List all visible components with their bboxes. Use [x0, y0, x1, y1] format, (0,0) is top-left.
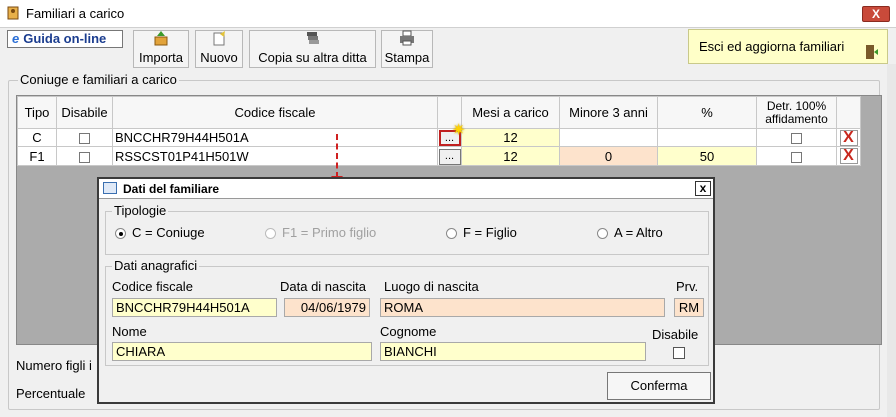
col-mesi[interactable]: Mesi a carico: [461, 96, 560, 129]
cell-minore[interactable]: 0: [559, 146, 658, 166]
num-figli-label: Numero figli i: [16, 358, 92, 373]
detr-checkbox[interactable]: [791, 133, 802, 145]
cell-codice[interactable]: RSSCST01P41H501W: [112, 146, 438, 166]
help-online-label: Guida on-line: [23, 31, 107, 46]
family-member-dialog: Dati del familiare x Tipologie C = Coniu…: [97, 177, 715, 404]
data-nascita-label: Data di nascita: [280, 279, 366, 294]
codice-fiscale-label: Codice fiscale: [112, 279, 193, 294]
cell-mesi[interactable]: 12: [461, 128, 560, 147]
dialog-grid-icon: [103, 182, 117, 194]
confirm-button[interactable]: Conferma: [607, 372, 711, 400]
radio-altro[interactable]: A = Altro: [597, 225, 663, 240]
luogo-nascita-label: Luogo di nascita: [384, 279, 479, 294]
cognome-label: Cognome: [380, 324, 437, 339]
copy-icon: [305, 30, 321, 49]
import-icon: [153, 30, 169, 49]
radio-altro-icon[interactable]: [597, 228, 608, 240]
cell-delete[interactable]: X: [836, 128, 861, 147]
disabile-checkbox[interactable]: [79, 133, 90, 145]
cell-tipo[interactable]: F1: [17, 146, 57, 166]
window-title: Familiari a carico: [26, 6, 125, 21]
radio-coniuge-label: C = Coniuge: [132, 225, 205, 240]
radio-figlio[interactable]: F = Figlio: [446, 225, 517, 240]
radio-figlio-icon[interactable]: [446, 228, 457, 240]
table-row[interactable]: F1 RSSCST01P41H501W ... 12 0 50 X: [17, 146, 861, 166]
cell-codice[interactable]: BNCCHR79H44H501A: [112, 128, 438, 147]
disabile-checkbox[interactable]: [673, 347, 685, 359]
col-tipo[interactable]: Tipo: [17, 96, 57, 129]
new-icon: [211, 30, 227, 49]
nome-field[interactable]: CHIARA: [112, 342, 372, 361]
col-disabile[interactable]: Disabile: [56, 96, 113, 129]
radio-figlio-label: F = Figlio: [463, 225, 517, 240]
copy-label: Copia su altra ditta: [258, 50, 367, 65]
cell-minore[interactable]: [559, 128, 658, 147]
family-group-title: Coniuge e familiari a carico: [18, 72, 179, 87]
cell-disabile[interactable]: [56, 128, 113, 147]
disabile-label: Disabile: [652, 327, 699, 342]
prv-field[interactable]: RM: [674, 298, 704, 317]
cell-perc[interactable]: [657, 128, 757, 147]
exit-door-icon: [865, 39, 879, 72]
copy-other-company-button[interactable]: Copia su altra ditta: [249, 30, 376, 68]
detr-checkbox[interactable]: [791, 151, 802, 163]
import-label: Importa: [138, 50, 184, 65]
print-icon: [399, 30, 415, 49]
new-label: Nuovo: [200, 50, 238, 65]
delete-row-icon[interactable]: X: [839, 148, 858, 164]
col-detr[interactable]: Detr. 100% affidamento: [756, 96, 837, 129]
col-perc[interactable]: %: [657, 96, 757, 129]
print-button[interactable]: Stampa: [381, 30, 433, 68]
cell-lookup[interactable]: ...: [437, 146, 462, 166]
exit-update-label: Esci ed aggiorna familiari: [699, 39, 845, 54]
table-row[interactable]: C BNCCHR79H44H501A ... 12 X: [17, 128, 861, 147]
delete-row-icon[interactable]: X: [839, 129, 858, 146]
cell-delete[interactable]: X: [836, 146, 861, 166]
dialog-title: Dati del familiare: [123, 182, 220, 196]
exit-update-button[interactable]: Esci ed aggiorna familiari: [688, 29, 888, 64]
app-icon: [5, 5, 21, 21]
window-titlebar: Familiari a carico X: [0, 0, 896, 28]
family-table: Tipo Disabile Codice fiscale Mesi a cari…: [17, 96, 861, 166]
cell-tipo[interactable]: C: [17, 128, 57, 147]
pointer-arrow-line: [336, 134, 338, 178]
percentuale-label: Percentuale: [16, 386, 86, 401]
cell-detr[interactable]: [756, 128, 837, 147]
radio-coniuge[interactable]: C = Coniuge: [115, 225, 205, 240]
print-label: Stampa: [384, 50, 430, 65]
cognome-field[interactable]: BIANCHI: [380, 342, 646, 361]
highlight-star-icon: ✷: [452, 122, 466, 139]
luogo-nascita-field[interactable]: ROMA: [380, 298, 665, 317]
window-scrollbar[interactable]: [887, 64, 896, 417]
radio-primo-figlio: F1 = Primo figlio: [265, 225, 376, 240]
cell-perc[interactable]: 50: [657, 146, 757, 166]
lookup-button[interactable]: ...: [438, 149, 461, 165]
anagrafici-legend: Dati anagrafici: [112, 258, 200, 273]
radio-coniuge-icon[interactable]: [115, 228, 126, 240]
cell-detr[interactable]: [756, 146, 837, 166]
nome-label: Nome: [112, 324, 147, 339]
codice-fiscale-field[interactable]: BNCCHR79H44H501A: [112, 298, 277, 317]
ie-icon: e: [12, 31, 20, 46]
radio-altro-label: A = Altro: [614, 225, 663, 240]
cell-mesi[interactable]: 12: [461, 146, 560, 166]
data-nascita-field[interactable]: 04/06/1979: [284, 298, 370, 317]
tipologie-legend: Tipologie: [112, 203, 169, 218]
window-close-button[interactable]: X: [862, 6, 890, 22]
cell-disabile[interactable]: [56, 146, 113, 166]
dialog-titlebar: Dati del familiare x: [99, 179, 713, 199]
col-delete: [836, 96, 861, 129]
import-button[interactable]: Importa: [133, 30, 189, 68]
col-codice-fiscale[interactable]: Codice fiscale: [112, 96, 438, 129]
col-minore[interactable]: Minore 3 anni: [559, 96, 658, 129]
radio-primo-figlio-label: F1 = Primo figlio: [282, 225, 377, 240]
new-button[interactable]: Nuovo: [195, 30, 243, 68]
disabile-checkbox[interactable]: [79, 151, 90, 163]
prv-label: Prv.: [676, 279, 699, 294]
help-online-button[interactable]: e Guida on-line: [7, 30, 123, 48]
table-header-row: Tipo Disabile Codice fiscale Mesi a cari…: [17, 96, 861, 129]
dialog-close-button[interactable]: x: [695, 181, 711, 196]
radio-primo-figlio-icon: [265, 228, 276, 240]
